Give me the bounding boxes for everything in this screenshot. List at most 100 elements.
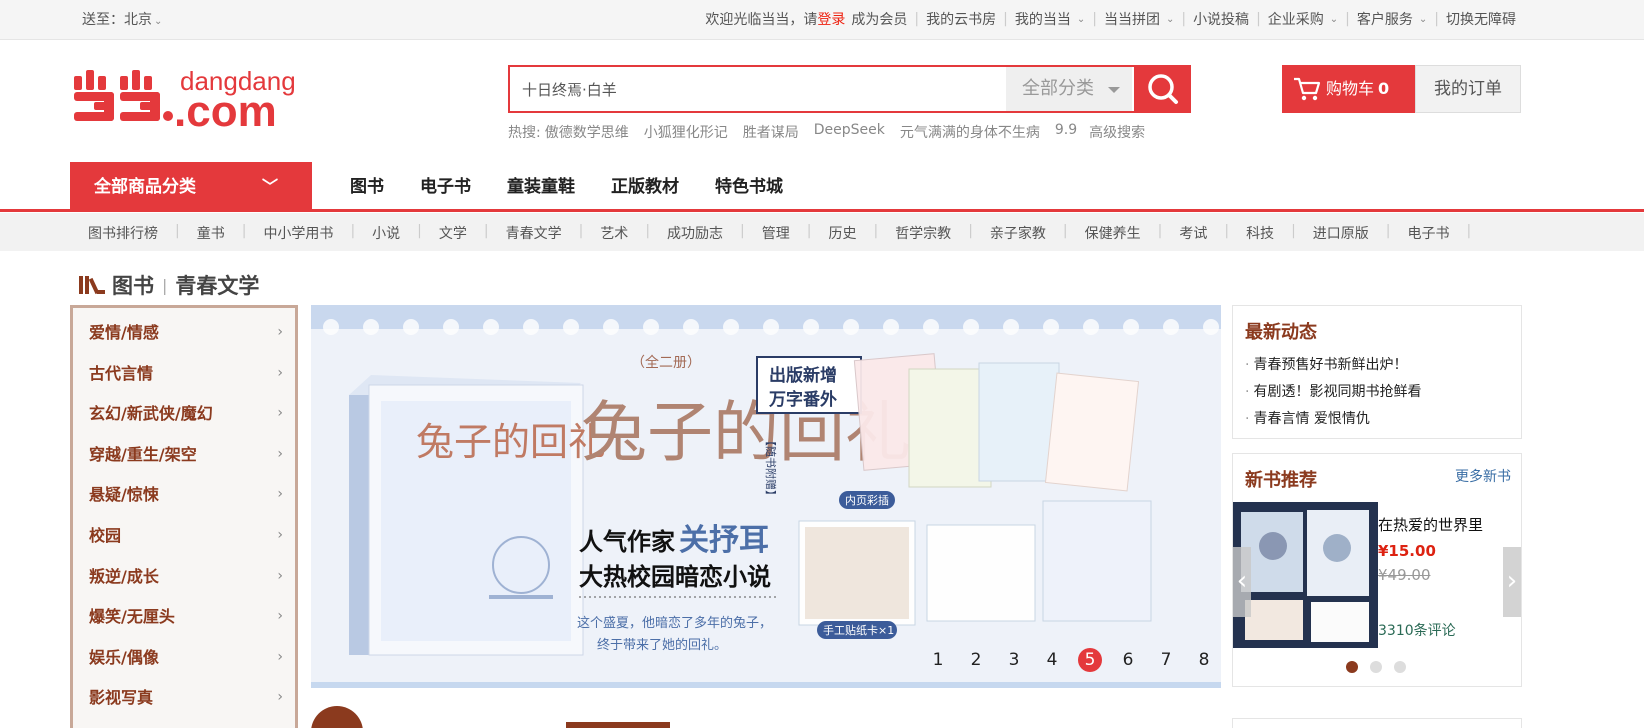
banner-page-dot[interactable]: 6 [1116, 648, 1140, 672]
subnav-item[interactable]: 童书 [197, 223, 225, 243]
banner-page-dot[interactable]: 5 [1078, 648, 1102, 672]
register-link[interactable]: 成为会员 [851, 9, 907, 29]
search-button[interactable] [1134, 65, 1191, 113]
subnav-item[interactable]: 电子书 [1408, 223, 1450, 243]
slogan1-name: 关抒耳 [679, 523, 769, 558]
nav-item-textbooks[interactable]: 正版教材 [611, 162, 679, 212]
category-label: 爆笑/无厘头 [89, 607, 175, 627]
divider: | [873, 223, 879, 239]
news-item[interactable]: 有剧透！影视同期书抢鲜看 [1245, 381, 1421, 408]
category-item[interactable]: 校园 › [89, 515, 289, 556]
hot-label: 热搜: [508, 125, 541, 141]
cart-label: 购物车 [1326, 79, 1375, 98]
divider: | [417, 223, 422, 239]
carousel-dot[interactable] [1370, 661, 1382, 673]
chevron-right-icon: › [277, 527, 283, 543]
ship-to-label: 送至：北京 [82, 12, 152, 28]
ship-to-selector[interactable]: 送至：北京 ⌄ [82, 9, 162, 29]
cart-button[interactable]: 购物车 0 [1282, 65, 1415, 113]
divider: | [740, 223, 745, 239]
subnav-item[interactable]: 小说 [372, 223, 400, 243]
category-item[interactable]: 爆笑/无厘头 › [89, 596, 289, 637]
subnav-item[interactable]: 青春文学 [506, 223, 562, 243]
hotword[interactable]: 9.9 [1055, 122, 1077, 142]
category-label: 影视写真 [89, 688, 154, 708]
hotword[interactable]: DeepSeek [814, 122, 885, 142]
subnav-item[interactable]: 科技 [1246, 223, 1274, 243]
subnav-item[interactable]: 中小学用书 [263, 223, 333, 243]
search-category-select[interactable]: 全部分类 [1006, 67, 1132, 111]
banner-page-dot[interactable]: 2 [964, 648, 988, 672]
chevron-right-icon: › [277, 608, 283, 625]
subnav-item[interactable]: 成功励志 [667, 223, 723, 243]
hotword[interactable]: 胜者谋局 [743, 122, 799, 142]
banner-pagination: 12345678 [926, 648, 1221, 672]
customer-service-link[interactable]: 客户服务 [1357, 9, 1413, 29]
carousel-dot[interactable] [1394, 661, 1406, 673]
news-item[interactable]: 青春言情 爱恨情仇 [1245, 408, 1421, 435]
subnav-item[interactable]: 图书排行榜 [88, 223, 158, 243]
subnav-item[interactable]: 管理 [762, 223, 790, 243]
advanced-search-link[interactable]: 高级搜索 [1089, 122, 1145, 142]
hotword[interactable]: 傲德数学思维 [545, 122, 629, 142]
subnav-item[interactable]: 保健养生 [1085, 223, 1141, 243]
accessibility-link[interactable]: 切换无障碍 [1446, 9, 1516, 29]
next-arrow-icon[interactable]: › [1503, 547, 1521, 617]
category-item[interactable]: 影视写真 › [89, 677, 289, 718]
subnav-item[interactable]: 进口原版 [1313, 223, 1369, 243]
enterprise-link[interactable]: 企业采购 [1268, 9, 1324, 29]
news-title: 最新动态 [1245, 322, 1317, 343]
subnav-item[interactable]: 艺术 [600, 223, 628, 243]
news-item[interactable]: 青春预售好书新鲜出炉！ [1245, 354, 1421, 381]
group-buy-link[interactable]: 当当拼团 [1104, 9, 1160, 29]
subnav-item[interactable]: 考试 [1179, 223, 1207, 243]
category-item[interactable]: 玄幻/新武侠/魔幻 › [89, 393, 289, 434]
book-box: 兔子的回礼 [349, 375, 606, 656]
divider: | [1224, 223, 1230, 239]
hotword[interactable]: 小狐狸化形记 [644, 122, 728, 142]
my-dangdang-link[interactable]: 我的当当 [1015, 9, 1071, 29]
category-item[interactable]: 叛逆/成长 › [89, 556, 289, 597]
search-input[interactable] [510, 67, 1004, 111]
nav-item-books[interactable]: 图书 [350, 162, 384, 212]
all-categories-button[interactable]: 全部商品分类 ﹀ [70, 162, 312, 212]
prev-arrow-icon[interactable]: ‹ [1233, 547, 1251, 617]
novel-submit-link[interactable]: 小说投稿 [1193, 9, 1249, 29]
breadcrumb-current: 青春文学 [175, 274, 260, 298]
category-item[interactable]: 悬疑/惊悚 › [89, 474, 289, 515]
top-bar: 送至：北京 ⌄ 欢迎光临当当，请 登录 成为会员 | 我的云书房 | 我的当当 ⌄ … [0, 0, 1644, 40]
chevron-right-icon: › [277, 689, 283, 706]
divider: | [1385, 223, 1391, 239]
nav-item-ebooks[interactable]: 电子书 [420, 162, 471, 212]
cloud-bookshelf-link[interactable]: 我的云书房 [926, 9, 996, 29]
banner-page-dot[interactable]: 8 [1192, 648, 1216, 672]
subnav-item[interactable]: 哲学宗教 [895, 223, 951, 243]
banner-page-dot[interactable]: 1 [926, 648, 950, 672]
category-item[interactable]: 娱乐/偶像 › [89, 637, 289, 678]
banner-page-dot[interactable]: 3 [1002, 648, 1026, 672]
nav-item-kids-apparel[interactable]: 童装童鞋 [507, 162, 575, 212]
carousel-dot[interactable] [1346, 661, 1358, 673]
category-item[interactable]: 古代言情 › [89, 353, 289, 394]
category-item[interactable]: 爱情/情感 › [89, 312, 289, 353]
new-book-title[interactable]: 在热爱的世界里 [1378, 514, 1483, 535]
my-orders-button[interactable]: 我的订单 [1415, 65, 1521, 113]
dangdang-logo[interactable]: dangdang .com [72, 64, 312, 140]
banner-page-dot[interactable]: 7 [1154, 648, 1178, 672]
search-icon [1148, 74, 1178, 104]
subnav-item[interactable]: 文学 [439, 223, 467, 243]
divider: | [1256, 11, 1261, 27]
breadcrumb-root[interactable]: 图书 [112, 270, 154, 300]
banner-page-dot[interactable]: 4 [1040, 648, 1064, 672]
subnav-item[interactable]: 历史 [828, 223, 856, 243]
logo-domain: .com [174, 87, 277, 136]
more-new-books-link[interactable]: 更多新书 [1455, 466, 1511, 486]
new-book-reviews[interactable]: 3310条评论 [1378, 620, 1456, 640]
promo-banner[interactable]: 兔子的回礼 （全二册） 兔子的回礼 出版新增 万字番外 【随书附赠】 人气作家 … [311, 305, 1221, 688]
book-cover-image[interactable] [1233, 502, 1378, 648]
subnav-item[interactable]: 亲子家教 [990, 223, 1046, 243]
nav-item-special-stores[interactable]: 特色书城 [715, 162, 783, 212]
hotword[interactable]: 元气满满的身体不生病 [900, 122, 1040, 142]
login-link[interactable]: 登录 [817, 9, 845, 29]
category-item[interactable]: 穿越/重生/架空 › [89, 434, 289, 475]
